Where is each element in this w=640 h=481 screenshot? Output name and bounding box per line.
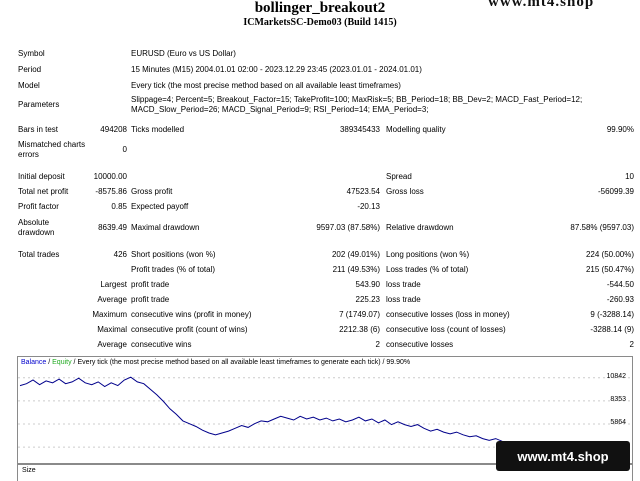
ticks-value: 389345433 [339, 125, 380, 134]
short-label: Short positions (won %) [131, 250, 216, 259]
pf-value: 0.85 [111, 202, 127, 211]
spread-label: Spread [386, 172, 412, 181]
profittr-label: Profit trades (% of total) [131, 265, 216, 274]
max-cl-value: 9 (-3288.14) [590, 310, 634, 319]
spread-value: 10 [625, 172, 634, 181]
ticks-label: Ticks modelled [131, 125, 185, 134]
largest-profit-value: 543.90 [355, 280, 380, 289]
max-cw-value: 7 (1749.07) [339, 310, 380, 319]
reldd-label: Relative drawdown [386, 223, 454, 232]
mismatch-label-2: errors [18, 150, 39, 159]
maximal-cp-value: 2212.38 (6) [339, 325, 380, 334]
grossloss-value: -56099.39 [597, 187, 634, 196]
largest-profit-label: profit trade [131, 280, 170, 289]
maxdd-value: 9597.03 (87.58%) [316, 223, 380, 232]
payoff-label: Expected payoff [131, 202, 189, 211]
bars-value: 494208 [100, 125, 127, 134]
parameters-line2: MACD_Slow_Period=26; MACD_Signal_Period=… [131, 105, 429, 114]
reldd-value: 87.58% (9597.03) [570, 223, 634, 232]
model-label: Model [18, 81, 40, 90]
symbol-value: EURUSD (Euro vs US Dollar) [131, 49, 236, 58]
mismatch-value: 0 [122, 145, 127, 154]
netprofit-value: -8575.86 [95, 187, 127, 196]
maximal-label: Maximal [97, 325, 127, 334]
maximal-cl-label: consecutive loss (count of losses) [386, 325, 506, 334]
parameters-line1: Slippage=4; Percent=5; Breakout_Factor=1… [131, 95, 583, 104]
average-profit-value: 225.23 [355, 295, 380, 304]
maximal-cl-value: -3288.14 (9) [590, 325, 634, 334]
deposit-label: Initial deposit [18, 172, 65, 181]
average2-label: Average [97, 340, 127, 349]
deposit-value: 10000.00 [93, 172, 127, 181]
period-value: 15 Minutes (M15) 2004.01.01 02:00 - 2023… [131, 65, 422, 74]
grossprofit-value: 47523.54 [346, 187, 380, 196]
y-tick-label: 10842 [606, 372, 626, 380]
maximum-label: Maximum [92, 310, 127, 319]
short-value: 202 (49.01%) [331, 250, 380, 259]
profittr-value: 211 (49.53%) [332, 265, 380, 274]
y-tick-label: 8353 [610, 395, 626, 403]
report-subtitle: ICMarketsSC-Demo03 (Build 1415) [243, 17, 397, 28]
payoff-value: -20.13 [357, 202, 380, 211]
parameters-label: Parameters [18, 100, 60, 109]
watermark-top: www.mt4.shop [488, 0, 595, 10]
maximal-cp-label: consecutive profit (count of wins) [131, 325, 248, 334]
grossloss-label: Gross loss [386, 187, 424, 196]
absdd-value: 8639.49 [98, 223, 127, 232]
avg-cw-label: consecutive wins [131, 340, 192, 349]
avg-cl-label: consecutive losses [386, 340, 454, 349]
watermark: www.mt4.shop [496, 441, 630, 471]
long-label: Long positions (won %) [386, 250, 470, 259]
size-label: Size [22, 467, 36, 474]
trades-value: 426 [113, 250, 127, 259]
long-value: 224 (50.00%) [585, 250, 634, 259]
maxdd-label: Maximal drawdown [131, 223, 200, 232]
symbol-label: Symbol [18, 49, 45, 58]
avg-cl-value: 2 [629, 340, 634, 349]
max-cl-label: consecutive losses (loss in money) [386, 310, 510, 319]
largest-label: Largest [100, 280, 127, 289]
quality-value: 99.90% [606, 125, 634, 134]
grossprofit-label: Gross profit [131, 187, 173, 196]
quality-label: Modelling quality [386, 125, 446, 134]
absdd-label-1: Absolute [18, 218, 50, 227]
largest-loss-label: loss trade [386, 280, 421, 289]
largest-loss-value: -544.50 [606, 280, 634, 289]
trades-label: Total trades [18, 250, 60, 259]
average-profit-label: profit trade [131, 295, 170, 304]
avg-cw-value: 2 [375, 340, 380, 349]
losstr-value: 215 (50.47%) [585, 265, 634, 274]
average-loss-value: -260.93 [606, 295, 634, 304]
pf-label: Profit factor [18, 202, 59, 211]
balance-line [19, 376, 601, 452]
average-loss-label: loss trade [386, 295, 421, 304]
absdd-label-2: drawdown [18, 228, 55, 237]
losstr-label: Loss trades (% of total) [386, 265, 469, 274]
average-label: Average [97, 295, 127, 304]
bars-label: Bars in test [18, 125, 59, 134]
period-label: Period [18, 65, 42, 74]
max-cw-label: consecutive wins (profit in money) [131, 310, 252, 319]
model-value: Every tick (the most precise method base… [131, 81, 401, 90]
y-tick-label: 5864 [610, 419, 626, 427]
